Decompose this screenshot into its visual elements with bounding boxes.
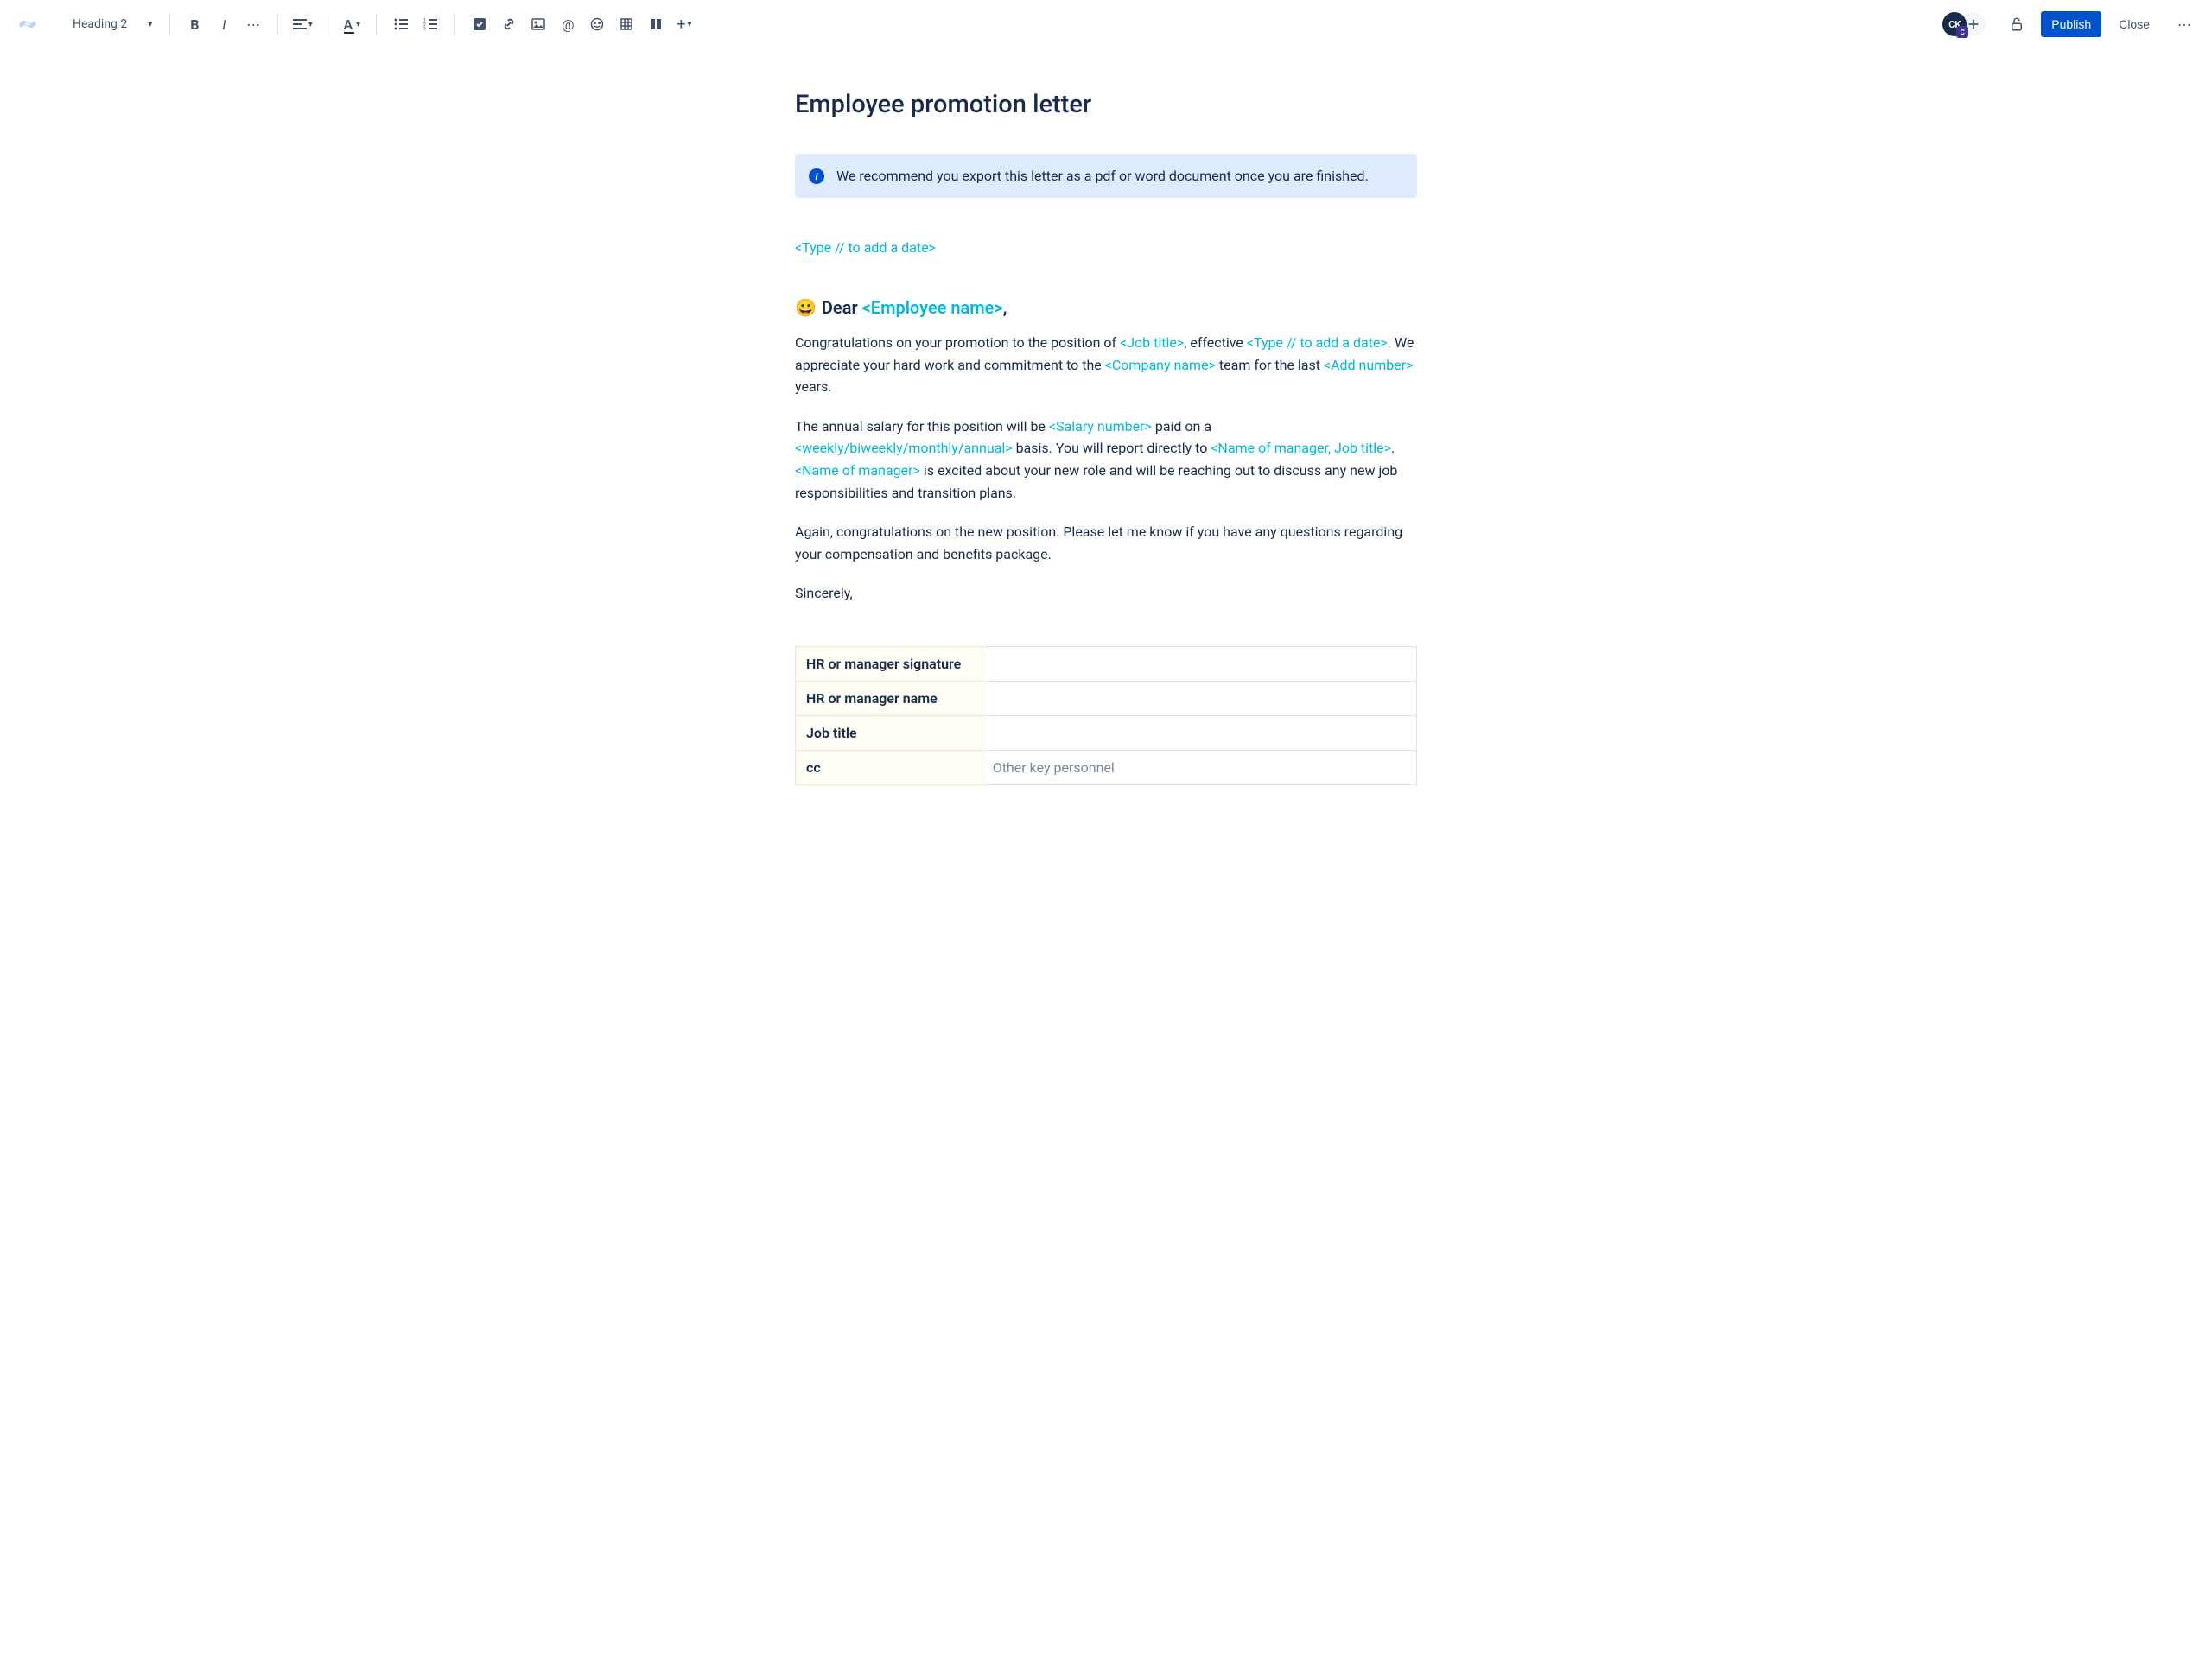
table-row: Job title <box>796 715 1417 750</box>
info-panel[interactable]: i We recommend you export this letter as… <box>795 154 1417 198</box>
bullet-list-button[interactable] <box>387 10 415 38</box>
text-style-label: Heading 2 <box>73 17 127 31</box>
layouts-button[interactable] <box>642 10 670 38</box>
more-actions-button[interactable]: ⋯ <box>2171 10 2198 38</box>
info-panel-text: We recommend you export this letter as a… <box>836 168 1369 184</box>
salary-placeholder: <Salary number> <box>1049 418 1152 435</box>
toolbar-divider <box>376 14 377 35</box>
insert-more-button[interactable]: + ▾ <box>671 10 696 38</box>
paragraph-4[interactable]: Sincerely, <box>795 582 1417 605</box>
table-row: cc Other key personnel <box>796 750 1417 784</box>
date-placeholder-line[interactable]: <Type // to add a date> <box>795 239 1417 256</box>
table-value[interactable]: Other key personnel <box>982 750 1416 784</box>
effective-date-placeholder: <Type // to add a date> <box>1247 334 1388 351</box>
greeting-prefix: Dear <box>822 297 862 318</box>
chevron-down-icon: ▾ <box>148 20 152 29</box>
paragraph-2[interactable]: The annual salary for this position will… <box>795 416 1417 504</box>
restrictions-button[interactable] <box>2003 10 2031 38</box>
alignment-button[interactable]: ▾ <box>289 10 316 38</box>
pay-frequency-placeholder: <weekly/biweekly/monthly/annual> <box>795 440 1013 456</box>
date-placeholder: <Type // to add a date> <box>795 239 936 256</box>
editor-content[interactable]: Employee promotion letter i We recommend… <box>778 48 1434 827</box>
user-avatar[interactable]: CK C <box>1942 12 1967 36</box>
image-button[interactable] <box>524 10 552 38</box>
company-name-placeholder: <Company name> <box>1105 357 1216 373</box>
info-icon: i <box>809 168 824 184</box>
chevron-down-icon: ▾ <box>356 20 360 29</box>
table-row: HR or manager signature <box>796 646 1417 681</box>
manager-title-placeholder: <Name of manager, Job title> <box>1211 440 1391 456</box>
table-value[interactable] <box>982 646 1416 681</box>
bold-button[interactable]: B <box>181 10 208 38</box>
action-item-button[interactable] <box>466 10 493 38</box>
signature-table[interactable]: HR or manager signature HR or manager na… <box>795 646 1417 785</box>
paragraph-3[interactable]: Again, congratulations on the new positi… <box>795 521 1417 565</box>
italic-button[interactable]: I <box>210 10 238 38</box>
text-color-button[interactable]: A ▾ <box>338 10 365 38</box>
publish-button[interactable]: Publish <box>2041 11 2101 37</box>
toolbar-divider <box>169 14 170 35</box>
greeting-heading[interactable]: 😀 Dear <Employee name>, <box>795 297 1417 318</box>
more-formatting-button[interactable]: ⋯ <box>239 10 267 38</box>
years-number-placeholder: <Add number> <box>1324 357 1414 373</box>
chevron-down-icon: ▾ <box>308 20 313 29</box>
table-label[interactable]: HR or manager signature <box>796 646 982 681</box>
table-value[interactable] <box>982 681 1416 715</box>
editor-toolbar: Heading 2 ▾ B I ⋯ ▾ A ▾ 123 <box>0 0 2212 48</box>
table-row: HR or manager name <box>796 681 1417 715</box>
toolbar-divider <box>454 14 455 35</box>
chevron-down-icon: ▾ <box>688 20 692 29</box>
greeting-suffix: , <box>1003 297 1007 318</box>
table-label[interactable]: Job title <box>796 715 982 750</box>
mention-button[interactable]: @ <box>554 10 582 38</box>
table-label[interactable]: cc <box>796 750 982 784</box>
emoji-button[interactable] <box>583 10 611 38</box>
manager-name-placeholder: <Name of manager> <box>795 462 920 479</box>
employee-name-placeholder: <Employee name> <box>862 297 1003 318</box>
table-value[interactable] <box>982 715 1416 750</box>
table-button[interactable] <box>613 10 640 38</box>
paragraph-1[interactable]: Congratulations on your promotion to the… <box>795 332 1417 398</box>
svg-text:3: 3 <box>423 27 426 31</box>
grinning-emoji: 😀 <box>795 297 817 318</box>
confluence-logo-icon[interactable] <box>14 10 41 38</box>
link-button[interactable] <box>495 10 523 38</box>
avatar-badge: C <box>1956 26 1968 38</box>
table-label[interactable]: HR or manager name <box>796 681 982 715</box>
close-button[interactable]: Close <box>2108 11 2160 37</box>
job-title-placeholder: <Job title> <box>1120 334 1184 351</box>
text-style-dropdown[interactable]: Heading 2 ▾ <box>66 12 159 36</box>
collaborators: CK C <box>1942 12 1986 36</box>
toolbar-divider <box>277 14 278 35</box>
numbered-list-button[interactable]: 123 <box>416 10 444 38</box>
page-title[interactable]: Employee promotion letter <box>795 90 1417 119</box>
